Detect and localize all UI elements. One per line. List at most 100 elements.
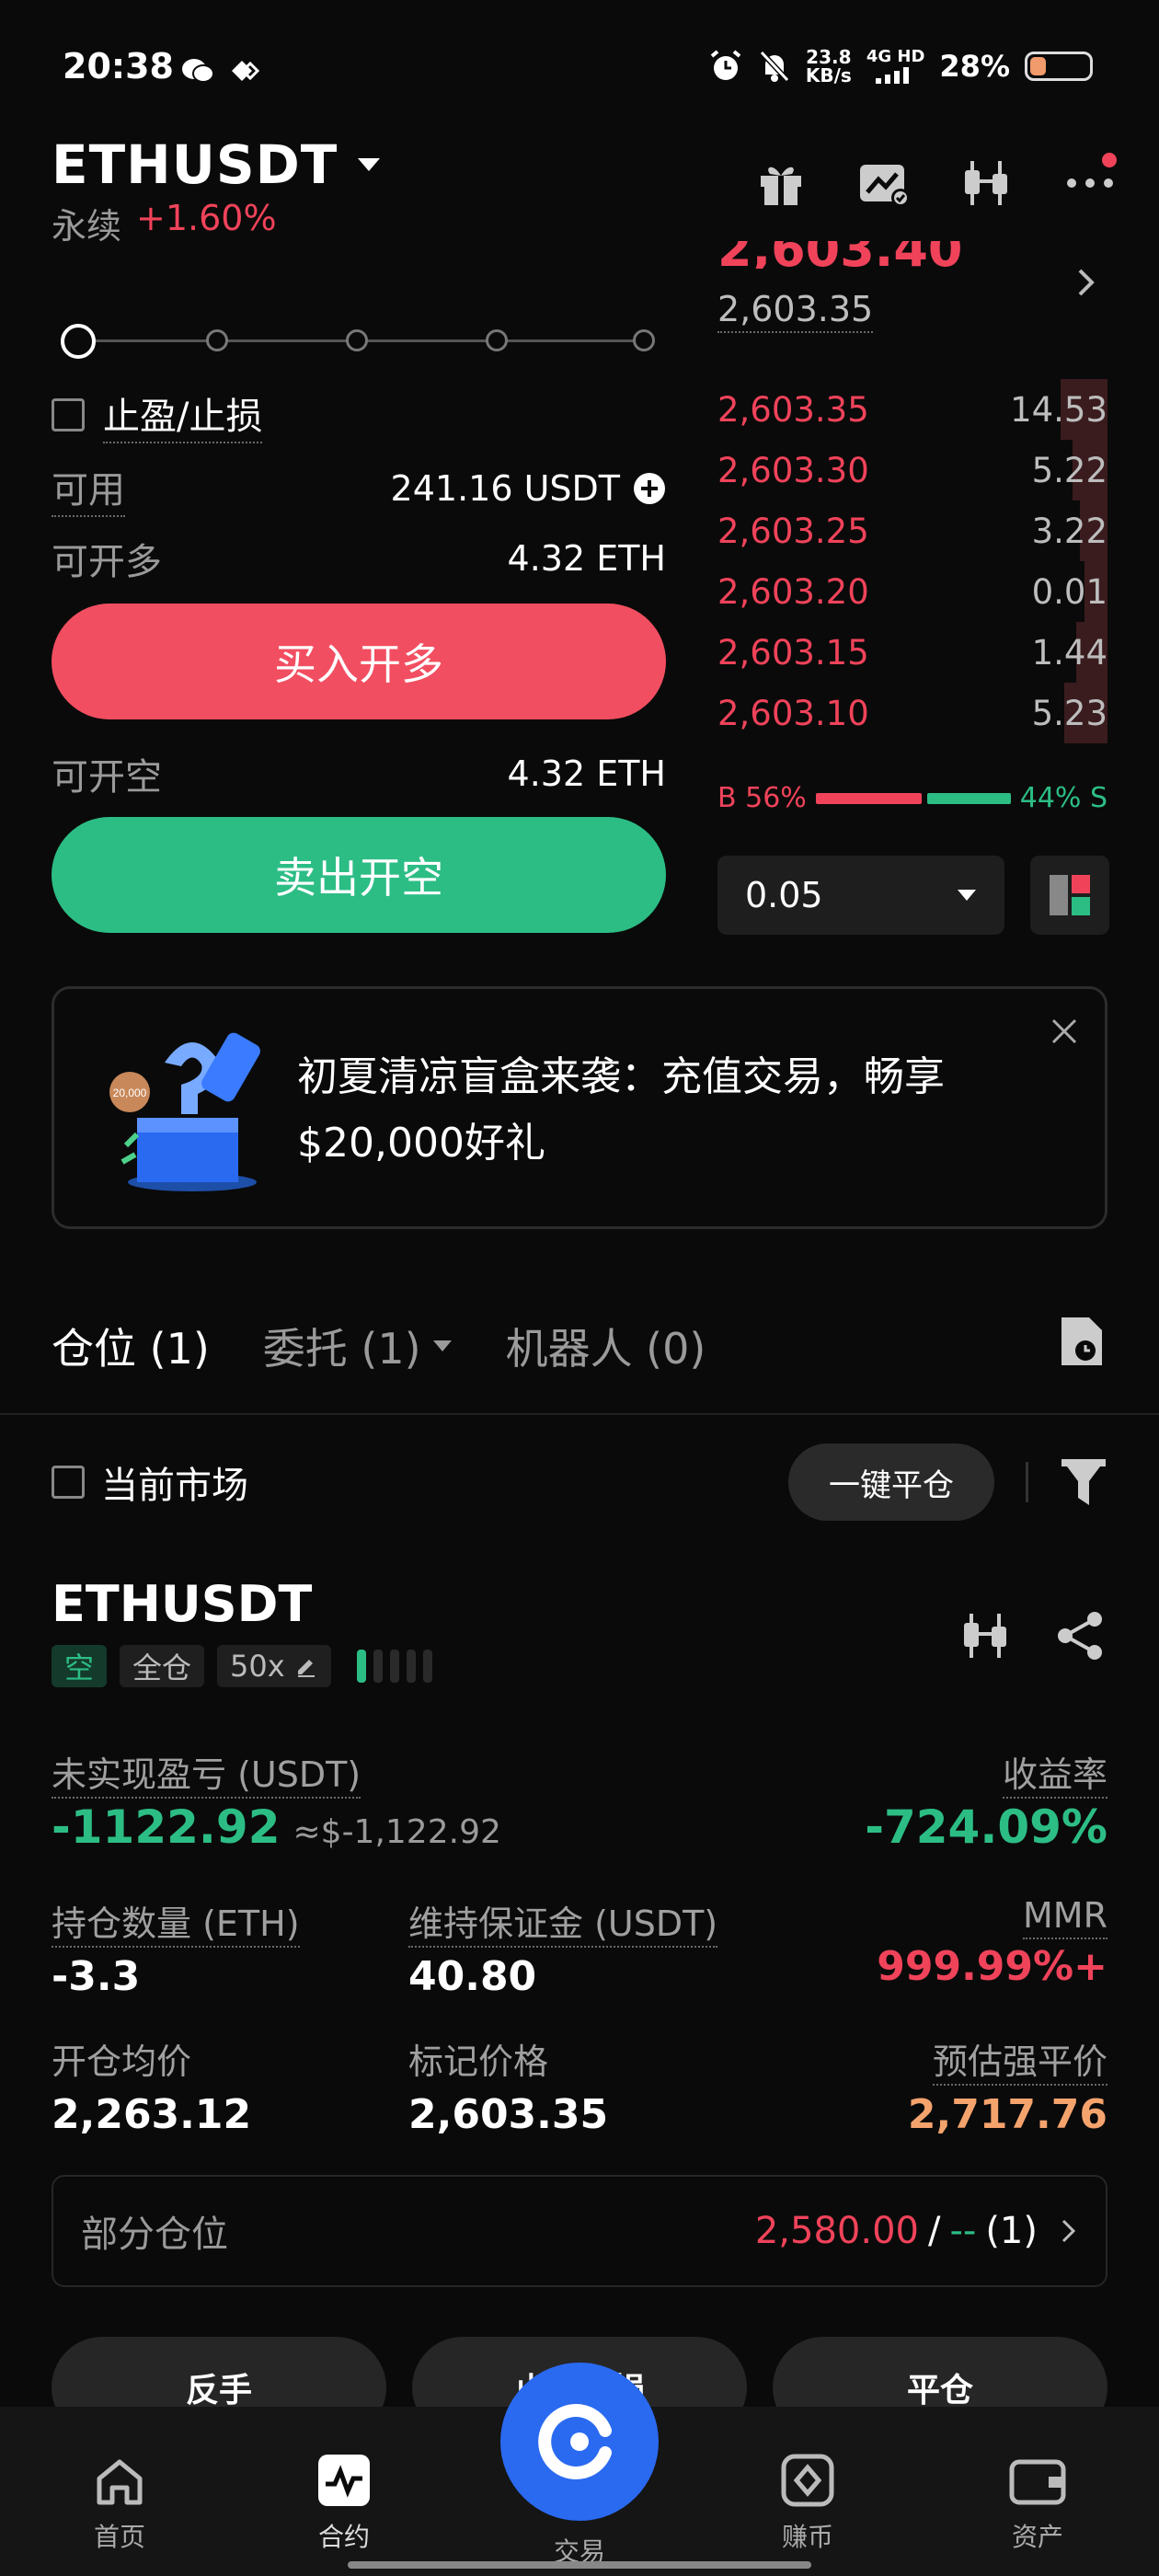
sell-short-button[interactable]: 卖出开空 — [52, 817, 666, 933]
precision-select[interactable]: 0.05 — [717, 856, 1004, 935]
orderbook-layout-button[interactable] — [1030, 856, 1109, 935]
tab-bots[interactable]: 机器人 (0) — [506, 1316, 706, 1376]
size-block: 持仓数量 (ETH) -3.3 — [52, 1895, 300, 2000]
orderbook-top-price: 2,603.40 — [717, 241, 1111, 269]
mute-bell-icon — [759, 50, 790, 83]
tabs-divider — [0, 1413, 1159, 1415]
leverage-value: 50x — [230, 1649, 285, 1684]
orderbook-ask-row[interactable]: 2,603.35 14.53 — [717, 379, 1107, 440]
leverage-slider[interactable] — [61, 322, 659, 359]
chart-settings-icon[interactable] — [855, 155, 912, 212]
wechat-icon — [182, 59, 214, 83]
ask-price: 2,603.20 — [717, 571, 869, 612]
slider-step[interactable] — [346, 329, 368, 351]
close-icon[interactable] — [1050, 1017, 1079, 1046]
net-speed: 23.8 KB/s — [805, 46, 852, 86]
position-tags: 空 全仓 50x — [52, 1645, 432, 1687]
ask-price: 2,603.30 — [717, 450, 869, 490]
last-price[interactable]: 2,603.35 — [717, 289, 874, 333]
nav-futures-label: 合约 — [317, 2522, 370, 2552]
filter-icon[interactable] — [1060, 1455, 1107, 1509]
partial-count: (1) — [985, 2210, 1038, 2252]
nav-trade-button[interactable] — [500, 2363, 659, 2521]
unrealized-pnl-value: -1122.92 — [52, 1800, 281, 1854]
mmr-label[interactable]: MMR — [1023, 1895, 1107, 1939]
battery-percent: 28% — [939, 49, 1010, 84]
notification-dot — [1102, 153, 1117, 167]
tp-sl-label: 止盈/止损 — [103, 386, 263, 443]
buy-long-button[interactable]: 买入开多 — [52, 604, 666, 719]
nav-home[interactable]: 首页 — [55, 2456, 184, 2554]
partial-positions-row[interactable]: 部分仓位 2,580.00 / -- (1) — [52, 2175, 1107, 2287]
nav-earn[interactable]: 赚币 — [743, 2453, 872, 2554]
size-value: -3.3 — [52, 1953, 141, 2000]
slider-step[interactable] — [206, 329, 228, 351]
orderbook-ask-row[interactable]: 2,603.15 1.44 — [717, 622, 1107, 683]
edit-icon — [297, 1660, 315, 1677]
slider-handle[interactable] — [61, 324, 96, 359]
trade-icon — [538, 2404, 612, 2479]
ask-size: 5.22 — [1031, 450, 1107, 490]
layout-icon — [1050, 875, 1090, 915]
wallet-icon — [1009, 2459, 1066, 2505]
add-funds-icon[interactable] — [633, 472, 666, 505]
signal-indicator: 4G HD — [866, 49, 924, 84]
tp-sl-row[interactable]: 止盈/止损 — [52, 386, 666, 443]
tab-positions[interactable]: 仓位 (1) — [52, 1316, 210, 1376]
pair-title: ETHUSDT — [52, 133, 339, 196]
more-icon[interactable] — [1061, 153, 1119, 212]
position-tabs: 仓位 (1) 委托 (1) 机器人 (0) — [52, 1316, 706, 1376]
tab-orders-label: 委托 (1) — [262, 1324, 421, 1374]
buy-ratio-label: B 56% — [717, 782, 807, 814]
position-symbol[interactable]: ETHUSDT — [52, 1575, 312, 1633]
orderbook-header: 2,603.40 2,603.35 — [717, 241, 1111, 333]
can-long-label: 可开多 — [52, 541, 162, 583]
roe-value: -724.09% — [865, 1800, 1107, 1854]
candlestick-icon[interactable] — [960, 1610, 1012, 1662]
risk-level-bar — [373, 1650, 383, 1683]
buy-sell-ratio: B 56% 44% S — [717, 782, 1107, 814]
candlestick-icon[interactable] — [958, 155, 1016, 212]
home-indicator — [348, 2561, 811, 2569]
liq-price-label[interactable]: 预估强平价 — [932, 2041, 1107, 2086]
close-all-button[interactable]: 一键平仓 — [788, 1443, 994, 1521]
ask-price: 2,603.10 — [717, 693, 869, 733]
orderbook-ask-row[interactable]: 2,603.25 3.22 — [717, 500, 1107, 561]
can-long-value: 4.32 ETH — [507, 538, 666, 579]
mark-price-block: 标记价格 2,603.35 — [408, 2033, 608, 2138]
size-label[interactable]: 持仓数量 (ETH) — [52, 1903, 300, 1948]
nav-futures[interactable]: 合约 — [280, 2453, 408, 2554]
header-toolbar — [752, 153, 1119, 212]
nav-assets[interactable]: 资产 — [973, 2456, 1102, 2554]
leverage-tag[interactable]: 50x — [217, 1645, 331, 1687]
status-indicators: 23.8 KB/s 4G HD 28% — [708, 48, 1093, 85]
slider-step[interactable] — [486, 329, 508, 351]
current-market-checkbox[interactable] — [52, 1466, 85, 1499]
position-actions — [960, 1610, 1106, 1662]
roe-label[interactable]: 收益率 — [1002, 1754, 1107, 1799]
can-short-value: 4.32 ETH — [507, 753, 666, 794]
orderbook-ask-row[interactable]: 2,603.10 5.23 — [717, 683, 1107, 743]
sell-ratio-label: 44% S — [1019, 782, 1107, 814]
ratio-bar — [815, 792, 1011, 804]
partial-label: 部分仓位 — [81, 2214, 228, 2256]
tab-orders[interactable]: 委托 (1) — [263, 1316, 453, 1376]
unrealized-pnl-label[interactable]: 未实现盈亏 (USDT) — [52, 1754, 361, 1799]
current-market-label: 当前市场 — [101, 1465, 248, 1507]
gift-icon[interactable] — [752, 155, 809, 212]
slider-step[interactable] — [633, 329, 655, 351]
maint-margin-label[interactable]: 维持保证金 (USDT) — [408, 1903, 718, 1948]
orderbook-ask-row[interactable]: 2,603.20 0.01 — [717, 561, 1107, 622]
share-icon[interactable] — [1054, 1610, 1106, 1662]
ask-size: 5.23 — [1031, 693, 1107, 733]
promo-banner[interactable]: 20,000 初夏清凉盲盒来袭：充值交易，畅享$20,000好礼 — [52, 986, 1107, 1229]
orderbook-ask-row[interactable]: 2,603.30 5.22 — [717, 440, 1107, 500]
app-icon — [232, 61, 259, 81]
chevron-right-icon[interactable] — [1076, 267, 1096, 298]
risk-level-bar — [389, 1650, 399, 1683]
tp-sl-checkbox[interactable] — [52, 398, 85, 431]
history-doc-icon[interactable] — [1058, 1314, 1106, 1369]
mark-price-value: 2,603.35 — [408, 2091, 609, 2138]
pair-selector[interactable]: ETHUSDT — [52, 133, 382, 196]
status-app-icons — [180, 57, 259, 85]
